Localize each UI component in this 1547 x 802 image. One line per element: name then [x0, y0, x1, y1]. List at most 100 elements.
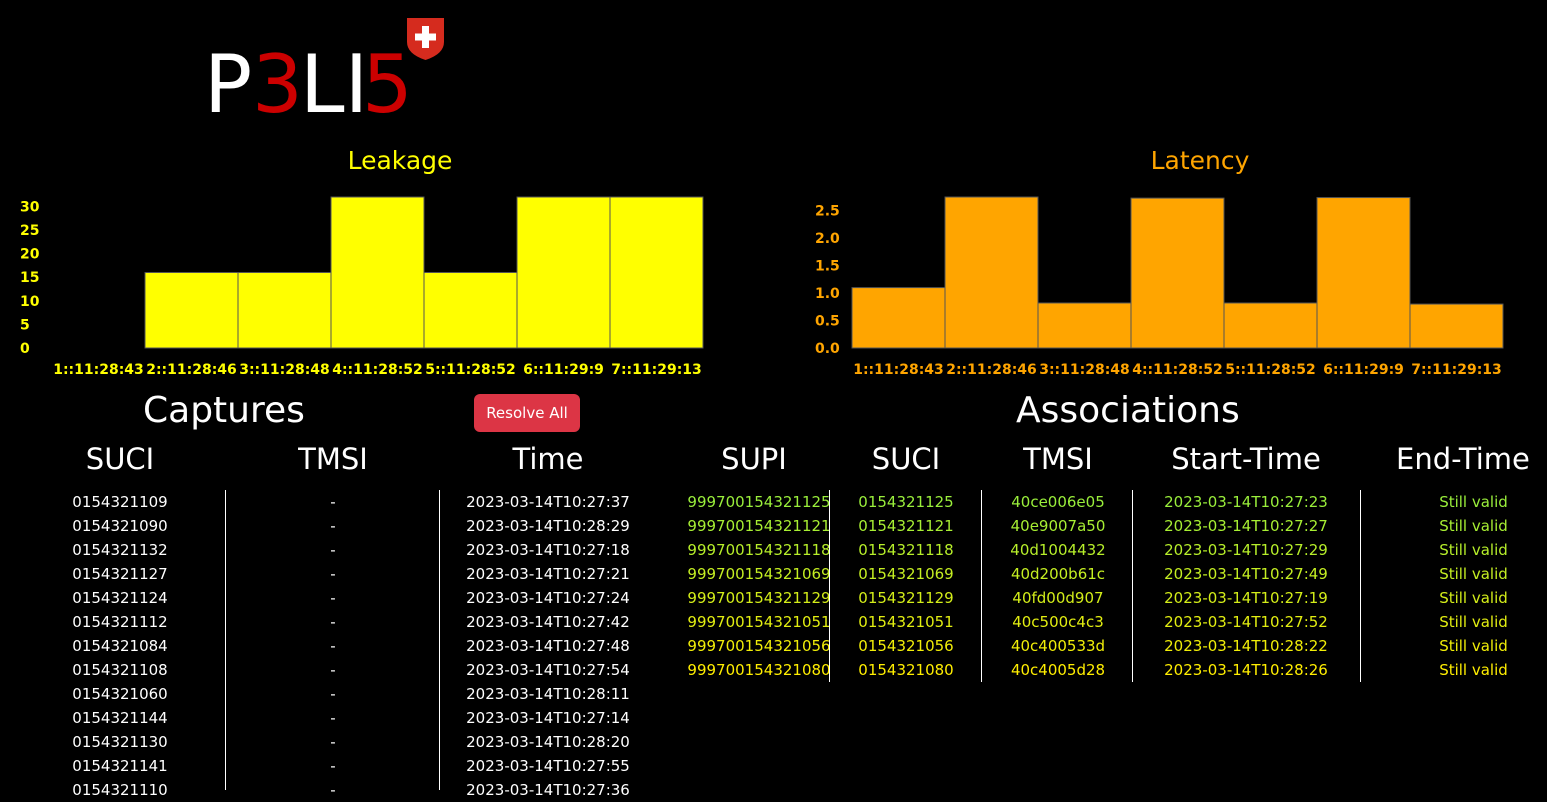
assoc-start-cell: 2023-03-14T10:28:26	[1164, 661, 1328, 679]
captures-time-cell: 2023-03-14T10:27:48	[466, 637, 630, 655]
captures-time-cell: 2023-03-14T10:27:36	[466, 781, 630, 799]
captures-suci-cell: 0154321090	[72, 517, 168, 535]
x-tick-label: 3::11:28:48	[239, 362, 330, 378]
assoc-end-cell: Still valid	[1439, 661, 1508, 679]
assoc-start-cell: 2023-03-14T10:27:19	[1164, 589, 1328, 607]
assoc-start-cell: 2023-03-14T10:28:22	[1164, 637, 1328, 655]
y-tick-label: 0	[20, 341, 30, 357]
assoc-supi-cell: 999700154321069	[687, 565, 831, 583]
assoc-supi-cell: 999700154321056	[687, 637, 831, 655]
captures-tmsi-column: - - - - - - - - - - - - -	[253, 490, 413, 802]
captures-tmsi-cell: -	[330, 589, 336, 607]
assoc-supi-cell: 999700154321129	[687, 589, 831, 607]
captures-tmsi-cell: -	[330, 541, 336, 559]
y-tick-label: 0.0	[815, 341, 840, 357]
leakage-chart: 0 5 10 15 20 25 301::11:28:43 2::11:28:46 3::11:…	[20, 196, 704, 378]
captures-suci-cell: 0154321109	[72, 493, 168, 511]
assoc-end-cell: Still valid	[1439, 589, 1508, 607]
captures-tmsi-cell: -	[330, 781, 336, 799]
leakage-chart-title: Leakage	[347, 146, 453, 175]
captures-time-cell: 2023-03-14T10:27:42	[466, 613, 630, 631]
assoc-suci-cell: 0154321051	[858, 613, 954, 631]
captures-title: Captures	[143, 390, 305, 431]
assoc-supi-cell: 999700154321125	[687, 493, 831, 511]
captures-tmsi-header: TMSI	[298, 442, 368, 476]
assoc-suci-cell: 0154321056	[858, 637, 954, 655]
bar	[1130, 197, 1225, 349]
assoc-tmsi-cell: 40c400533d	[1010, 637, 1106, 655]
captures-time-cell: 2023-03-14T10:27:55	[466, 757, 630, 775]
captures-suci-cell: 0154321130	[72, 733, 168, 751]
y-tick-label: 1.0	[815, 286, 840, 302]
captures-tmsi-cell: -	[330, 613, 336, 631]
assoc-tmsi-header: TMSI	[1023, 442, 1093, 476]
assoc-supi-cell: 999700154321118	[687, 541, 831, 559]
captures-suci-cell: 0154321060	[72, 685, 168, 703]
assoc-tmsi-column: 40ce006e05 40e9007a50 40d1004432 40d200b61c…	[988, 490, 1128, 682]
bar	[1316, 197, 1411, 349]
captures-tmsi-cell: -	[330, 733, 336, 751]
y-tick-label: 2.5	[815, 204, 840, 220]
assoc-suci-cell: 0154321121	[858, 517, 954, 535]
y-tick-label: 15	[20, 270, 39, 286]
assoc-tmsi-cell: 40fd00d907	[1012, 589, 1104, 607]
captures-tmsi-cell: -	[330, 757, 336, 775]
x-tick-label: 5::11:28:52	[1225, 362, 1316, 378]
bar	[1223, 302, 1318, 349]
x-tick-label: 3::11:28:48	[1039, 362, 1130, 378]
captures-tmsi-cell: -	[330, 661, 336, 679]
assoc-supi-column: 999700154321125 999700154321121 9997001543…	[684, 490, 834, 682]
x-tick-label: 1::11:28:43	[853, 362, 944, 378]
x-tick-label: 6::11:29:9	[523, 362, 604, 378]
assoc-suci-header: SUCI	[871, 442, 941, 476]
latency-chart-title: Latency	[1150, 146, 1250, 175]
assoc-supi-cell: 999700154321121	[687, 517, 831, 535]
assoc-divider	[829, 490, 830, 682]
assoc-start-cell: 2023-03-14T10:27:27	[1164, 517, 1328, 535]
x-tick-label: 5::11:28:52	[425, 362, 516, 378]
resolve-all-button[interactable]: Resolve All	[474, 394, 580, 432]
assoc-tmsi-cell: 40d200b61c	[1010, 565, 1106, 583]
bar	[330, 196, 425, 349]
captures-time-cell: 2023-03-14T10:27:54	[466, 661, 630, 679]
captures-suci-cell: 0154321127	[72, 565, 168, 583]
captures-tmsi-cell: -	[330, 709, 336, 727]
y-tick-label: 1.5	[815, 259, 840, 275]
logo-letters-li: LI	[300, 38, 368, 122]
x-tick-label: 6::11:29:9	[1323, 362, 1404, 378]
x-tick-label: 4::11:28:52	[1132, 362, 1223, 378]
assoc-start-header: Start-Time	[1171, 442, 1321, 476]
captures-time-cell: 2023-03-14T10:27:37	[466, 493, 630, 511]
x-tick-label: 4::11:28:52	[332, 362, 423, 378]
assoc-suci-cell: 0154321069	[858, 565, 954, 583]
captures-suci-cell: 0154321141	[72, 757, 168, 775]
assoc-suci-cell: 0154321125	[858, 493, 954, 511]
captures-divider	[225, 490, 226, 790]
bar	[423, 272, 518, 349]
captures-suci-header: SUCI	[85, 442, 155, 476]
assoc-tmsi-cell: 40d1004432	[1010, 541, 1106, 559]
bar	[237, 272, 332, 349]
assoc-start-cell: 2023-03-14T10:27:52	[1164, 613, 1328, 631]
y-tick-label: 20	[20, 247, 40, 263]
y-tick-label: 5	[20, 317, 30, 333]
x-tick-label: 7::11:29:13	[611, 362, 702, 378]
x-tick-label: 2::11:28:46	[946, 362, 1037, 378]
bar	[851, 287, 946, 349]
assoc-divider	[981, 490, 982, 682]
assoc-supi-cell: 999700154321080	[687, 661, 831, 679]
assoc-end-cell: Still valid	[1439, 517, 1508, 535]
captures-tmsi-cell: -	[330, 493, 336, 511]
assoc-divider	[1132, 490, 1133, 682]
captures-suci-cell: 0154321110	[72, 781, 168, 799]
assoc-end-cell: Still valid	[1439, 613, 1508, 631]
bar	[1409, 303, 1504, 349]
captures-time-cell: 2023-03-14T10:28:20	[466, 733, 630, 751]
associations-title: Associations	[1016, 390, 1240, 431]
captures-tmsi-cell: -	[330, 517, 336, 535]
y-tick-label: 30	[20, 199, 40, 215]
captures-suci-cell: 0154321132	[72, 541, 168, 559]
captures-tmsi-cell: -	[330, 565, 336, 583]
captures-time-header: Time	[512, 442, 584, 476]
x-tick-label: 7::11:29:13	[1411, 362, 1502, 378]
